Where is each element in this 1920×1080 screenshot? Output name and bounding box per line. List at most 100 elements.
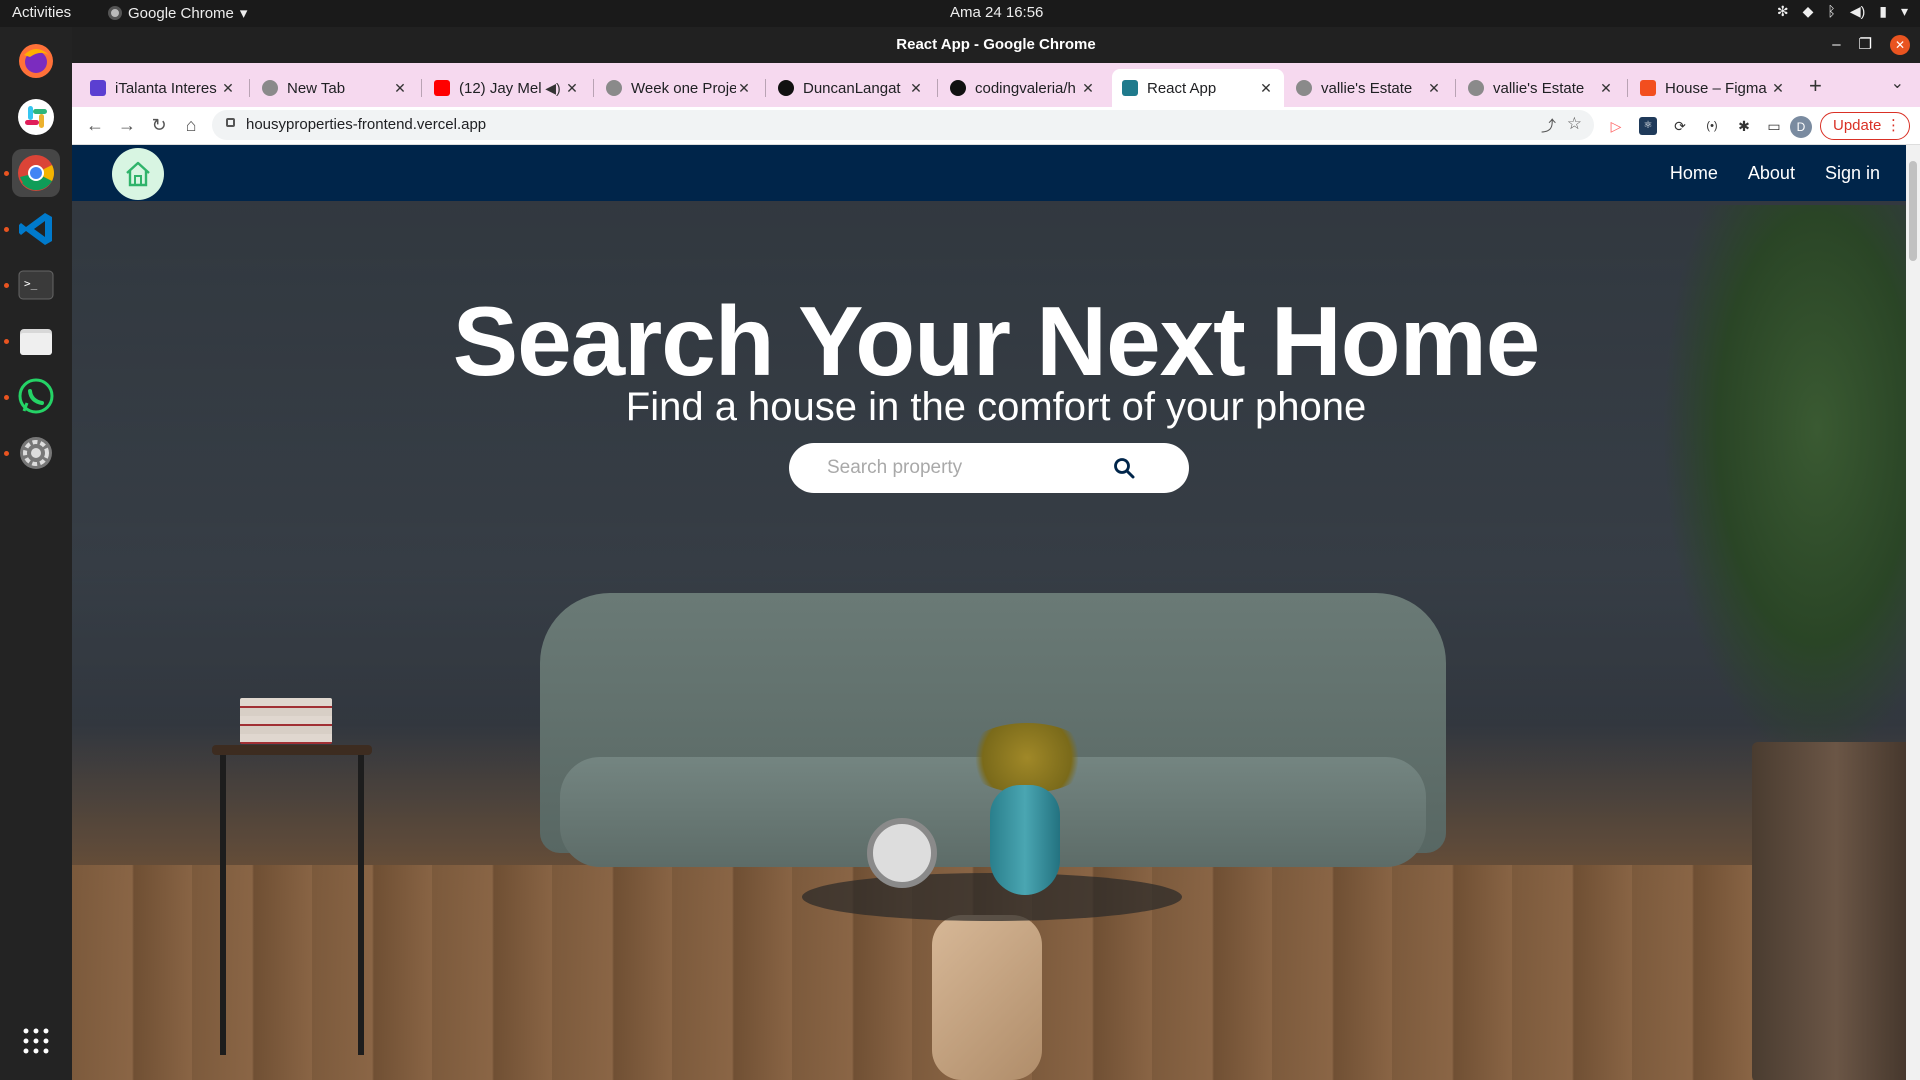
side-table-leg-image xyxy=(220,755,226,1055)
house-logo-icon xyxy=(126,161,150,187)
tab-search-chevron-icon[interactable]: ⌄ xyxy=(1891,73,1904,93)
site-nav-links: Home About Sign in xyxy=(1670,145,1880,201)
nav-about-link[interactable]: About xyxy=(1748,163,1795,184)
cast-icon[interactable]: ▭ xyxy=(1765,117,1783,135)
tab-close-icon[interactable]: ✕ xyxy=(736,80,752,97)
tab-figma[interactable]: House – Figma ✕ xyxy=(1630,69,1796,107)
profile-avatar[interactable]: D xyxy=(1790,116,1812,138)
forward-icon[interactable]: → xyxy=(116,115,138,136)
extension-react-devtools-icon[interactable]: ⚛ xyxy=(1639,117,1657,135)
bookmark-star-icon[interactable]: ☆ xyxy=(1567,114,1582,134)
running-indicator xyxy=(4,395,9,400)
svg-text:>_: >_ xyxy=(24,277,38,290)
extension-play-icon[interactable]: ▷ xyxy=(1607,117,1625,135)
extension-broadcast-icon[interactable]: (•) xyxy=(1703,117,1721,135)
window-close-icon[interactable]: ✕ xyxy=(1890,35,1910,55)
tab-github-codingvaleria[interactable]: codingvaleria/h ✕ xyxy=(940,69,1106,107)
search-icon[interactable] xyxy=(1109,453,1139,483)
system-menu-chevron-icon[interactable]: ▾ xyxy=(1901,3,1908,20)
settings-icon[interactable] xyxy=(4,429,60,477)
tab-close-icon[interactable]: ✕ xyxy=(1426,80,1442,97)
tab-separator xyxy=(1627,79,1628,97)
tab-close-icon[interactable]: ✕ xyxy=(1598,80,1614,97)
window-title: React App - Google Chrome xyxy=(896,36,1096,53)
tab-close-icon[interactable]: ✕ xyxy=(220,80,236,97)
window-controls: – ❐ ✕ xyxy=(1832,27,1910,63)
extension-sync-icon[interactable]: ⟳ xyxy=(1671,117,1689,135)
tab-label: House – Figma xyxy=(1665,79,1767,97)
speaker-icon[interactable]: ◀) xyxy=(542,80,564,97)
page-scrollbar[interactable] xyxy=(1906,145,1920,1080)
app-menu[interactable]: Google Chrome ▾ xyxy=(108,4,247,22)
coffee-table-top-image xyxy=(802,873,1182,921)
globe-favicon-icon xyxy=(1468,80,1484,96)
nav-signin-link[interactable]: Sign in xyxy=(1825,163,1880,184)
reload-icon[interactable]: ↻ xyxy=(148,115,170,136)
share-icon[interactable]: ⤴ xyxy=(1541,115,1556,136)
tab-separator xyxy=(1455,79,1456,97)
tab-label: React App xyxy=(1147,79,1217,97)
scrollbar-thumb[interactable] xyxy=(1909,161,1917,261)
tab-close-icon[interactable]: ✕ xyxy=(1258,80,1274,97)
tab-new-tab[interactable]: New Tab ✕ xyxy=(252,69,418,107)
kebab-menu-icon[interactable]: ⋮ xyxy=(1886,113,1901,139)
chrome-icon[interactable] xyxy=(4,149,60,197)
globe-favicon-icon xyxy=(606,80,622,96)
tab-youtube[interactable]: (12) Jay Mel ◀) ✕ xyxy=(424,69,590,107)
tab-close-icon[interactable]: ✕ xyxy=(1080,80,1096,97)
tab-close-icon[interactable]: ✕ xyxy=(908,80,924,97)
activities-button[interactable]: Activities xyxy=(12,4,71,21)
extensions-puzzle-icon[interactable]: ✱ xyxy=(1735,117,1753,135)
running-indicator xyxy=(4,451,9,456)
tab-vallies-estate-1[interactable]: vallie's Estate ✕ xyxy=(1286,69,1452,107)
clock[interactable]: Ama 24 16:56 xyxy=(950,4,1043,21)
firefox-icon[interactable] xyxy=(12,37,60,85)
site-logo[interactable] xyxy=(112,148,164,200)
update-button[interactable]: Update ⋮ xyxy=(1820,112,1910,140)
site-navbar: Home About Sign in xyxy=(72,145,1920,201)
nav-home-link[interactable]: Home xyxy=(1670,163,1718,184)
back-icon[interactable]: ← xyxy=(84,115,106,136)
home-icon[interactable]: ⌂ xyxy=(180,115,202,136)
lock-icon[interactable] xyxy=(226,118,235,127)
vscode-icon[interactable] xyxy=(4,205,60,253)
minimize-icon[interactable]: – xyxy=(1832,27,1840,63)
tab-label: vallie's Estate xyxy=(1321,79,1413,97)
tab-vallies-estate-2[interactable]: vallie's Estate ✕ xyxy=(1458,69,1624,107)
property-search-bar xyxy=(789,443,1189,493)
tab-separator xyxy=(937,79,938,97)
alarm-clock-image xyxy=(867,818,937,888)
tab-close-icon[interactable]: ✕ xyxy=(392,80,408,97)
show-apps-icon[interactable] xyxy=(12,1017,60,1065)
files-icon[interactable] xyxy=(4,317,60,365)
tab-close-icon[interactable]: ✕ xyxy=(564,80,580,97)
address-bar[interactable]: housyproperties-frontend.vercel.app ⤴ ☆ xyxy=(212,110,1594,140)
new-tab-icon[interactable]: + xyxy=(1809,73,1822,99)
tab-close-icon[interactable]: ✕ xyxy=(1770,80,1786,97)
tab-label: codingvaleria/h xyxy=(975,79,1076,97)
chrome-small-icon xyxy=(108,6,122,20)
update-button-label: Update xyxy=(1833,117,1882,134)
volume-icon[interactable]: ◀) xyxy=(1850,3,1865,20)
tab-github-duncan[interactable]: DuncanLangat ✕ xyxy=(768,69,934,107)
terminal-icon[interactable]: >_ xyxy=(4,261,60,309)
bluetooth-icon[interactable]: ᛒ xyxy=(1827,3,1835,20)
running-indicator xyxy=(4,171,9,176)
tab-strip: iTalanta Interes ✕ New Tab ✕ (12) Jay Me… xyxy=(72,63,1920,107)
url-text[interactable]: housyproperties-frontend.vercel.app xyxy=(246,116,486,133)
whatsapp-icon[interactable] xyxy=(4,373,60,421)
restore-icon[interactable]: ❐ xyxy=(1859,27,1872,63)
tab-label: iTalanta Interes xyxy=(115,79,217,97)
extension-tray-icon[interactable]: ✻ xyxy=(1777,3,1789,20)
wifi-icon[interactable]: ◆ xyxy=(1803,3,1814,20)
property-search-input[interactable] xyxy=(827,455,1107,481)
page-viewport: Search Your Next Home Find a house in th… xyxy=(72,145,1920,1080)
tab-week-one[interactable]: Week one Proje ✕ xyxy=(596,69,762,107)
tab-italanta[interactable]: iTalanta Interes ✕ xyxy=(80,69,246,107)
slack-icon[interactable] xyxy=(12,93,60,141)
tab-react-app[interactable]: React App ✕ xyxy=(1112,69,1284,107)
hero-section: Search Your Next Home Find a house in th… xyxy=(72,145,1920,1080)
system-tray[interactable]: ✻ ◆ ᛒ ◀) ▮ ▾ xyxy=(1777,3,1908,20)
window-titlebar[interactable]: React App - Google Chrome – ❐ ✕ xyxy=(72,27,1920,63)
battery-icon[interactable]: ▮ xyxy=(1879,3,1887,20)
